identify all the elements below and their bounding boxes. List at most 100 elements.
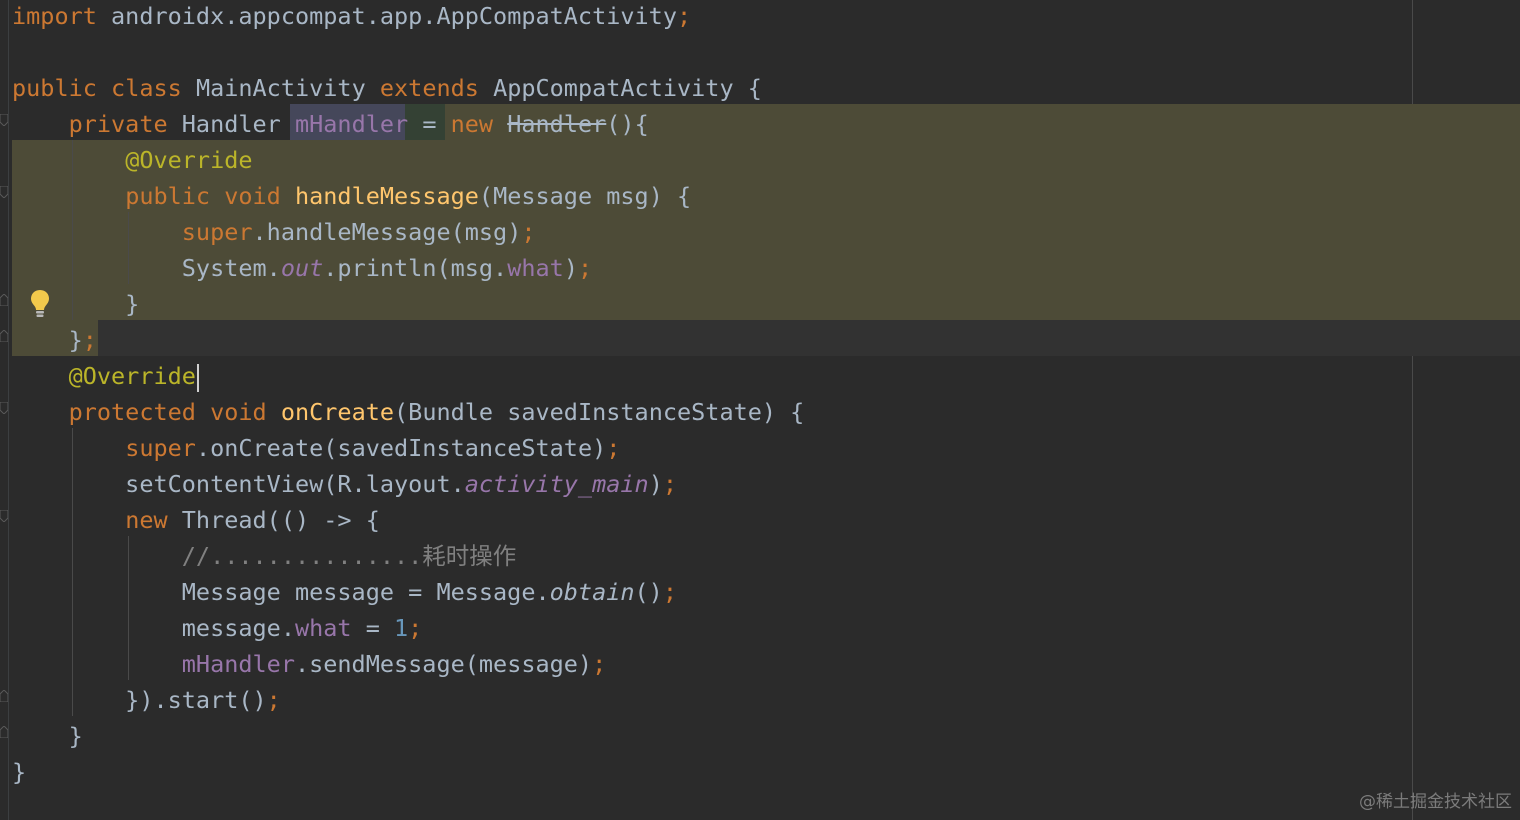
code-line[interactable]: super.handleMessage(msg); (12, 214, 536, 250)
code-token: //...............耗时操作 (181, 542, 517, 570)
code-line[interactable]: }; (12, 322, 97, 358)
code-line[interactable]: mHandler.sendMessage(message); (12, 646, 606, 682)
code-token: (){ (606, 110, 649, 138)
watermark: @稀土掘金技术社区 (1359, 792, 1512, 812)
code-token: setContentView(R.layout. (12, 470, 465, 498)
code-line[interactable]: super.onCreate(savedInstanceState); (12, 430, 620, 466)
code-token: }).start() (12, 686, 267, 714)
code-token: ) (648, 470, 663, 498)
code-token: void (224, 182, 281, 210)
code-line[interactable]: Message message = Message.obtain(); (12, 574, 677, 610)
code-line[interactable]: } (12, 754, 26, 790)
code-token: System. (12, 254, 281, 282)
code-token: ; (408, 614, 423, 642)
code-line[interactable]: //...............耗时操作 (12, 538, 517, 574)
code-line[interactable]: public class MainActivity extends AppCom… (12, 70, 762, 106)
code-line[interactable]: @Override (12, 358, 199, 394)
code-token: .println(msg. (323, 254, 508, 282)
code-token: } (12, 326, 83, 354)
code-line[interactable]: }).start(); (12, 682, 281, 718)
code-line[interactable]: } (12, 718, 83, 754)
code-token: (Message msg) { (478, 182, 692, 210)
fold-marker-icon[interactable] (0, 186, 8, 198)
code-line[interactable]: protected void onCreate(Bundle savedInst… (12, 394, 805, 430)
code-editor[interactable]: import androidx.appcompat.app.AppCompatA… (0, 0, 1520, 820)
current-line-highlight (98, 320, 1520, 356)
code-token: MainActivity (181, 74, 380, 102)
code-token: public (125, 182, 211, 210)
code-token: new (125, 506, 168, 534)
fold-marker-icon[interactable] (0, 114, 8, 126)
code-token: @Override (68, 362, 196, 390)
code-token: () (634, 578, 663, 606)
code-token: obtain (549, 578, 635, 606)
code-token: super (181, 218, 253, 246)
code-token: Thread(() -> { (167, 506, 380, 534)
code-token: void (210, 398, 267, 426)
code-token: message. (12, 614, 295, 642)
code-token: handleMessage (294, 182, 479, 210)
code-token: ; (592, 650, 607, 678)
code-token: what (507, 254, 564, 282)
code-line[interactable]: setContentView(R.layout.activity_main); (12, 466, 677, 502)
code-line[interactable]: message.what = 1; (12, 610, 423, 646)
code-line[interactable]: private Handler mHandler = new Handler()… (12, 106, 649, 142)
code-token: ; (662, 578, 677, 606)
fold-marker-icon[interactable] (0, 330, 8, 342)
code-token: activity_main (464, 470, 649, 498)
code-token: private (68, 110, 168, 138)
fold-marker-icon[interactable] (0, 402, 8, 414)
code-token: ; (266, 686, 281, 714)
code-token: ; (521, 218, 536, 246)
fold-marker-icon[interactable] (0, 510, 8, 522)
code-token: ; (662, 470, 677, 498)
code-line[interactable]: @Override (12, 142, 253, 178)
code-token: (Bundle savedInstanceState) { (394, 398, 805, 426)
code-token: mHandler (294, 110, 409, 138)
code-token: extends (379, 74, 479, 102)
code-token: import (12, 2, 97, 30)
code-token: Message message = Message. (12, 578, 550, 606)
code-token: } (12, 758, 27, 786)
fold-marker-icon[interactable] (0, 294, 8, 306)
code-token: onCreate (280, 398, 395, 426)
code-token: ; (82, 326, 97, 354)
code-token: Handler (507, 110, 607, 138)
gutter-divider (8, 0, 9, 820)
code-token: Handler (167, 110, 295, 138)
code-token: out (280, 254, 324, 282)
lightbulb-icon[interactable] (28, 288, 52, 320)
code-line[interactable]: System.out.println(msg.what); (12, 250, 592, 286)
code-token: class (111, 74, 182, 102)
code-line[interactable]: import androidx.appcompat.app.AppCompatA… (12, 0, 691, 34)
code-token: public (12, 74, 97, 102)
code-line[interactable]: new Thread(() -> { (12, 502, 380, 538)
code-token: super (125, 434, 196, 462)
code-line[interactable]: public void handleMessage(Message msg) { (12, 178, 691, 214)
code-token: new (450, 110, 494, 138)
fold-marker-icon[interactable] (0, 690, 8, 702)
code-token: 1 (394, 614, 409, 642)
code-token: mHandler (181, 650, 295, 678)
code-token: = (351, 614, 395, 642)
fold-marker-icon[interactable] (0, 726, 8, 738)
code-token: @Override (125, 146, 253, 174)
code-token: ; (577, 254, 593, 282)
code-token: .sendMessage(message) (294, 650, 593, 678)
code-token: protected (68, 398, 196, 426)
